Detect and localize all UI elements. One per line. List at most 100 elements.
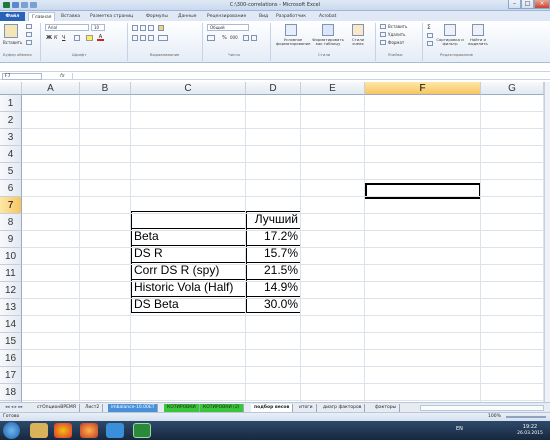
- row-header[interactable]: 3: [0, 129, 22, 146]
- format-table-icon[interactable]: [322, 24, 334, 36]
- chrome-icon[interactable]: [54, 423, 72, 438]
- formula-input[interactable]: [72, 73, 546, 80]
- find-select-icon[interactable]: [472, 24, 484, 36]
- sheet-tab[interactable]: итоги: [296, 404, 317, 412]
- row-header[interactable]: 2: [0, 112, 22, 129]
- font-color-icon[interactable]: A: [97, 35, 104, 41]
- column-header-e[interactable]: E: [301, 82, 365, 95]
- autosum-icon[interactable]: Σ: [427, 24, 431, 31]
- zoom-slider[interactable]: [506, 416, 546, 418]
- tab-home[interactable]: Главная: [28, 12, 56, 21]
- sort-filter-icon[interactable]: [444, 24, 456, 36]
- column-header-b[interactable]: B: [80, 82, 131, 95]
- find-select-label[interactable]: Найти и выделить: [465, 38, 491, 46]
- font-name-select[interactable]: Arial: [45, 24, 89, 31]
- zoom-level[interactable]: 100%: [488, 414, 501, 419]
- cell-styles-icon[interactable]: [352, 24, 364, 36]
- borders-icon[interactable]: [74, 35, 80, 41]
- sheet-tab[interactable]: imbalance-10.00ET: [108, 404, 159, 412]
- tab-review[interactable]: Рецензирование: [204, 12, 249, 21]
- tab-file[interactable]: Файл: [0, 12, 25, 21]
- align-center-icon[interactable]: [140, 35, 146, 41]
- cut-icon[interactable]: [26, 24, 32, 29]
- font-size-select[interactable]: 10: [91, 24, 105, 31]
- align-left-icon[interactable]: [132, 35, 138, 41]
- align-bottom-icon[interactable]: [148, 25, 154, 31]
- sort-filter-label[interactable]: Сортировка и фильтр: [436, 38, 464, 46]
- row-header[interactable]: 12: [0, 282, 22, 299]
- format-cells-label[interactable]: Формат: [388, 40, 404, 45]
- align-right-icon[interactable]: [148, 35, 154, 41]
- row-header[interactable]: 11: [0, 265, 22, 282]
- align-top-icon[interactable]: [132, 25, 138, 31]
- sheet-nav-arrows-icon[interactable]: ◂◂ ◂ ▸ ▸▸: [2, 404, 26, 412]
- bold-button[interactable]: Ж: [46, 35, 52, 41]
- row-header[interactable]: 18: [0, 384, 22, 401]
- function-icon[interactable]: fx: [60, 73, 65, 79]
- conditional-format-icon[interactable]: [285, 24, 297, 36]
- format-cells-icon[interactable]: [380, 40, 386, 45]
- sheet-tab[interactable]: диагр факторов: [320, 404, 366, 412]
- column-header-c[interactable]: C: [131, 82, 246, 95]
- sheet-tab[interactable]: КОТИРОВКИ (2): [200, 404, 244, 412]
- row-header[interactable]: 1: [0, 95, 22, 112]
- explorer-icon[interactable]: [30, 423, 48, 438]
- currency-icon[interactable]: [207, 35, 215, 41]
- thousands-button[interactable]: 000: [230, 35, 238, 40]
- sheet-tab[interactable]: факторы: [372, 404, 401, 412]
- language-indicator[interactable]: EN: [456, 426, 463, 432]
- column-header-d[interactable]: D: [246, 82, 301, 95]
- ie-icon[interactable]: [106, 423, 124, 438]
- maximize-button[interactable]: □: [521, 0, 534, 9]
- column-header-f[interactable]: F: [365, 82, 481, 95]
- wrap-text-icon[interactable]: [158, 25, 164, 31]
- tab-data[interactable]: Данные: [175, 12, 199, 21]
- delete-cells-icon[interactable]: [380, 32, 386, 37]
- fill-icon[interactable]: [427, 33, 433, 38]
- tab-acrobat[interactable]: Acrobat: [316, 12, 339, 21]
- number-format-select[interactable]: Общий: [207, 24, 249, 31]
- row-header[interactable]: 17: [0, 367, 22, 384]
- row-header[interactable]: 8: [0, 214, 22, 231]
- row-header[interactable]: 4: [0, 146, 22, 163]
- sheet-tab[interactable]: КОТИРОВКИ: [164, 404, 200, 412]
- name-box[interactable]: F7: [2, 73, 42, 80]
- select-all-corner[interactable]: [0, 82, 22, 95]
- column-header-a[interactable]: A: [22, 82, 80, 95]
- tab-page-layout[interactable]: Разметка страниц: [87, 12, 136, 21]
- firefox-icon[interactable]: [80, 423, 98, 438]
- row-header[interactable]: 15: [0, 333, 22, 350]
- align-middle-icon[interactable]: [140, 25, 146, 31]
- tab-formulas[interactable]: Формулы: [143, 12, 171, 21]
- row-header[interactable]: 13: [0, 299, 22, 316]
- row-header[interactable]: 6: [0, 180, 22, 197]
- clear-icon[interactable]: [427, 41, 433, 46]
- tab-insert[interactable]: Вставка: [58, 12, 83, 21]
- merge-icon[interactable]: [158, 35, 168, 41]
- conditional-format-label[interactable]: Условное форматирование: [276, 38, 310, 46]
- close-button[interactable]: ×: [534, 0, 550, 9]
- excel-taskbar-icon[interactable]: [133, 423, 151, 438]
- format-painter-icon[interactable]: [26, 40, 32, 45]
- column-header-g[interactable]: G: [481, 82, 544, 95]
- fill-color-icon[interactable]: [86, 35, 93, 41]
- sheet-tab-active[interactable]: подбор весов: [251, 404, 294, 412]
- italic-button[interactable]: К: [54, 35, 58, 41]
- worksheet-grid[interactable]: A B C D E F G Лучший Beta 17.2% DS R 15.…: [0, 82, 544, 418]
- clock-time[interactable]: 19:22: [515, 424, 545, 430]
- cell-styles-label[interactable]: Стили ячеек: [346, 38, 370, 46]
- tab-developer[interactable]: Разработчик: [273, 12, 309, 21]
- insert-cells-label[interactable]: Вставить: [388, 24, 407, 29]
- row-header[interactable]: 16: [0, 350, 22, 367]
- percent-button[interactable]: %: [222, 35, 227, 41]
- horizontal-scrollbar[interactable]: [420, 405, 544, 411]
- decrease-decimal-icon[interactable]: [251, 35, 257, 41]
- delete-cells-label[interactable]: Удалить: [388, 32, 406, 37]
- underline-button[interactable]: Ч: [62, 35, 65, 41]
- row-header[interactable]: 5: [0, 163, 22, 180]
- row-header[interactable]: 7: [0, 197, 22, 214]
- sheet-tab[interactable]: стОпционВРЕМЯ: [34, 404, 80, 412]
- paste-icon[interactable]: [4, 24, 18, 38]
- increase-decimal-icon[interactable]: [243, 35, 249, 41]
- row-header[interactable]: 9: [0, 231, 22, 248]
